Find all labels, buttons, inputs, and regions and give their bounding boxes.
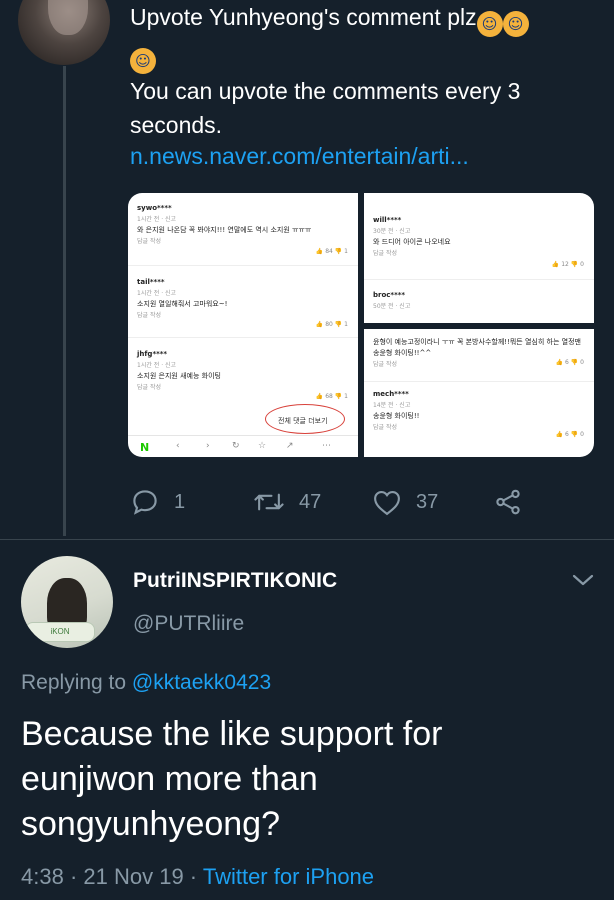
parent-tweet-text: Upvote Yunhyeong's comment plz ☺ ☺ ☺ You c… <box>130 0 600 142</box>
comment-meta: 1시간 전 · 신고 <box>137 290 177 297</box>
comment-likes: 👍 80 👎 1 <box>315 321 348 328</box>
chevron-down-icon[interactable] <box>570 570 596 595</box>
parent-text-line2: You can upvote the comments every 3 seco… <box>130 78 521 138</box>
like-button[interactable]: 37 <box>372 485 438 519</box>
tweet-body-text: Because the like support for eunjiwon mo… <box>21 715 443 843</box>
comment-block: tail**** 1시간 전 · 신고 소지원 열일해줘서 고마워요~! 답글 … <box>137 277 347 321</box>
author-display-name[interactable]: PutriINSPIRTIKONIC <box>133 569 337 593</box>
tweet-divider <box>0 539 614 540</box>
comment-meta: 50분 전 · 신고 <box>373 303 411 310</box>
media-image-left[interactable]: sywo**** 1시간 전 · 신고 와 은지원 나온담 꼭 봐야지!!! 연… <box>128 193 358 457</box>
comment-reply: 답글 작성 <box>373 361 397 368</box>
comment-meta: 30분 전 · 신고 <box>373 228 411 235</box>
author-handle[interactable]: @PUTRliire <box>133 612 244 636</box>
comment-reply: 답글 작성 <box>373 250 397 257</box>
tweet-time[interactable]: 4:38 <box>21 864 64 889</box>
article-link[interactable]: n.news.naver.com/entertain/arti... <box>130 143 469 170</box>
tweet-meta: 4:38 · 21 Nov 19 · Twitter for iPhone <box>21 864 375 889</box>
reply-mention-link[interactable]: @kktaekk0423 <box>132 671 271 694</box>
crying-face-emoji-icon: ☺ <box>502 11 529 37</box>
naver-logo: N <box>140 441 150 454</box>
refresh-icon: ↻ <box>232 441 240 451</box>
reply-count: 1 <box>174 490 186 513</box>
comment-separator <box>364 381 594 382</box>
retweet-button[interactable]: 47 <box>253 485 321 519</box>
heart-icon <box>374 490 400 516</box>
retweet-icon <box>254 493 284 511</box>
share-icon: ↗ <box>286 441 294 451</box>
comment-likes: 👍 12 👎 0 <box>551 261 584 268</box>
comment-text: 와 은지원 나온담 꼭 봐야지!!! 연말에도 역시 소지원 ㅠㅠㅠ <box>137 226 312 234</box>
retweet-count: 47 <box>299 490 322 513</box>
reply-icon <box>133 490 157 515</box>
comment-user: mech**** <box>373 390 409 398</box>
comment-block: broc**** 50분 전 · 신고 <box>373 290 583 312</box>
comment-text: 윤형이 예능고정이라니 ㅜㅠ 꼭 본방사수할께!!뭐든 열심히 하는 열정맨 송… <box>373 338 581 357</box>
share-button[interactable] <box>493 485 523 519</box>
reply-button[interactable]: 1 <box>130 485 185 519</box>
comment-separator <box>128 337 358 338</box>
tweet-date[interactable]: 21 Nov 19 <box>83 864 183 889</box>
comment-separator <box>128 265 358 266</box>
forward-icon: › <box>206 441 210 451</box>
comment-likes: 👍 6 👎 0 <box>555 359 584 366</box>
comment-user: broc**** <box>373 291 406 299</box>
comment-meta: 1시간 전 · 신고 <box>137 216 177 223</box>
back-icon: ‹ <box>176 441 180 451</box>
comment-likes: 👍 6 👎 0 <box>555 431 584 438</box>
comment-text: 소지원 열일해줘서 고마워요~! <box>137 300 228 308</box>
share-icon <box>496 489 520 515</box>
comment-reply: 답글 작성 <box>373 424 397 431</box>
comment-user: will**** <box>373 216 402 224</box>
crying-face-emoji-icon: ☺ <box>130 48 156 74</box>
author-avatar[interactable]: iKON <box>21 556 113 648</box>
comment-likes: 👍 68 👎 1 <box>315 393 348 400</box>
comment-user: tail**** <box>137 278 165 286</box>
like-count: 37 <box>416 490 439 513</box>
parent-text-line1: Upvote Yunhyeong's comment plz <box>130 4 477 30</box>
comment-block: jhfg**** 1시간 전 · 신고 소지원 은지원 새예능 화이팅 답글 작… <box>137 349 347 393</box>
tweet-action-bar: 1 47 37 <box>0 485 614 519</box>
replying-prefix: Replying to <box>21 671 127 694</box>
tweet-source-link[interactable]: Twitter for iPhone <box>203 864 374 889</box>
comment-reply: 답글 작성 <box>137 384 161 391</box>
tweet-media-grid[interactable]: sywo**** 1시간 전 · 신고 와 은지원 나온담 꼭 봐야지!!! 연… <box>128 193 594 457</box>
comment-block: 윤형이 예능고정이라니 ㅜㅠ 꼭 본방사수할께!!뭐든 열심히 하는 열정맨 송… <box>373 337 583 370</box>
media-image-right-bottom[interactable]: 윤형이 예능고정이라니 ㅜㅠ 꼭 본방사수할께!!뭐든 열심히 하는 열정맨 송… <box>364 329 594 457</box>
parent-author-avatar[interactable] <box>18 0 110 65</box>
media-image-right-top[interactable]: will**** 30분 전 · 신고 와 드디어 아이콘 나오네요 답글 작성… <box>364 193 594 323</box>
comment-block: sywo**** 1시간 전 · 신고 와 은지원 나온담 꼭 봐야지!!! 연… <box>137 203 347 247</box>
more-icon: ⋯ <box>322 441 331 451</box>
comment-text: 송윤형 화이팅!! <box>373 412 420 420</box>
comment-text: 와 드디어 아이콘 나오네요 <box>373 238 451 246</box>
comment-user: sywo**** <box>137 204 172 212</box>
comment-block: mech**** 14분 전 · 신고 송윤형 화이팅!! 답글 작성 <box>373 389 583 433</box>
comment-likes: 👍 84 👎 1 <box>315 248 348 255</box>
comment-reply: 답글 작성 <box>137 238 161 245</box>
replying-to-line: Replying to @kktaekk0423 <box>21 671 271 695</box>
comment-user: jhfg**** <box>137 350 168 358</box>
comment-meta: 1시간 전 · 신고 <box>137 362 177 369</box>
crying-face-emoji-icon: ☺ <box>476 11 503 37</box>
comment-block: will**** 30분 전 · 신고 와 드디어 아이콘 나오네요 답글 작성 <box>373 215 583 259</box>
star-icon: ☆ <box>258 441 267 451</box>
comment-text: 소지원 은지원 새예능 화이팅 <box>137 372 221 380</box>
comment-meta: 14분 전 · 신고 <box>373 402 411 409</box>
more-comments-link: 전체 댓글 더보기 <box>278 417 328 425</box>
comment-separator <box>364 279 594 280</box>
thread-connector-line <box>63 66 66 536</box>
browser-navbar: N ‹ › ↻ ☆ ↗ ⋯ <box>128 435 358 457</box>
comment-reply: 답글 작성 <box>137 312 161 319</box>
